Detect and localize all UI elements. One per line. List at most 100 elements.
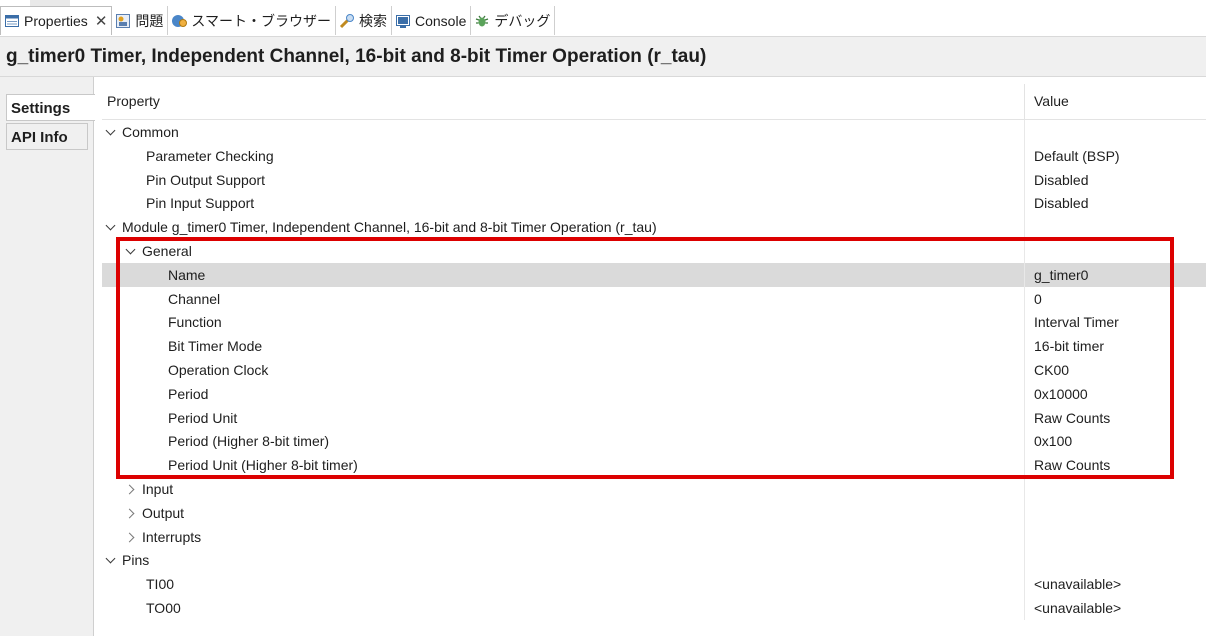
table-header: Property Value xyxy=(102,84,1206,120)
row-name: Period Unit xyxy=(168,409,238,426)
chevron-down-icon[interactable] xyxy=(106,552,118,566)
row-name: Period (Higher 8-bit timer) xyxy=(168,433,330,450)
console-icon xyxy=(395,13,411,29)
row-name: Name xyxy=(168,266,206,283)
chevron-down-icon[interactable] xyxy=(126,243,138,257)
chevron-down-icon[interactable] xyxy=(106,124,118,138)
table-row[interactable]: Period (Higher 8-bit timer) 0x100 xyxy=(102,429,1206,454)
row-value[interactable]: Default (BSP) xyxy=(1034,148,1120,164)
row-value[interactable]: CK00 xyxy=(1034,362,1069,378)
table-row[interactable]: Parameter Checking Default (BSP) xyxy=(102,143,1206,168)
properties-icon xyxy=(4,13,20,29)
column-divider xyxy=(1024,595,1025,620)
side-tab-settings[interactable]: Settings xyxy=(6,94,95,121)
tree-row-interrupts[interactable]: Interrupts xyxy=(102,524,1206,549)
column-header-value[interactable]: Value xyxy=(1034,93,1069,109)
tree-row-common[interactable]: Common xyxy=(102,120,1206,144)
table-row[interactable]: Period Unit Raw Counts xyxy=(102,405,1206,430)
column-divider xyxy=(1024,357,1025,382)
row-value[interactable]: Disabled xyxy=(1034,195,1088,211)
tree-row-pins[interactable]: Pins xyxy=(102,548,1206,573)
column-divider[interactable] xyxy=(1024,84,1025,120)
tab-label: 問題 xyxy=(135,12,164,29)
row-value[interactable]: Raw Counts xyxy=(1034,410,1110,426)
side-tab-api-info[interactable]: API Info xyxy=(6,123,88,150)
close-icon[interactable]: ✕ xyxy=(95,12,108,30)
column-header-property[interactable]: Property xyxy=(107,93,160,109)
table-row[interactable]: Channel 0 xyxy=(102,286,1206,311)
column-divider xyxy=(1024,405,1025,430)
tab-label: 検索 xyxy=(358,12,387,29)
row-value[interactable]: Disabled xyxy=(1034,172,1088,188)
row-name: TI00 xyxy=(146,576,175,593)
row-name: Pin Output Support xyxy=(146,171,266,188)
row-name: Common xyxy=(122,124,179,140)
tab-label: Console xyxy=(414,12,467,29)
row-name: Pin Input Support xyxy=(146,195,255,212)
column-divider xyxy=(1024,334,1025,358)
table-row[interactable]: TI00 <unavailable> xyxy=(102,572,1206,596)
row-value[interactable]: 16-bit timer xyxy=(1034,338,1104,354)
table-row[interactable]: Function Interval Timer xyxy=(102,310,1206,335)
search-icon xyxy=(339,13,355,29)
column-divider xyxy=(1024,143,1025,168)
tab-properties[interactable]: Properties ✕ xyxy=(0,6,113,35)
row-value[interactable]: <unavailable> xyxy=(1034,576,1121,592)
column-divider xyxy=(1024,167,1025,192)
problems-icon xyxy=(115,13,131,29)
table-row[interactable]: Bit Timer Mode 16-bit timer xyxy=(102,334,1206,358)
row-value[interactable]: Raw Counts xyxy=(1034,457,1110,473)
row-name: Function xyxy=(168,314,222,331)
row-value[interactable]: 0x100 xyxy=(1034,433,1072,449)
table-row[interactable]: TO00 <unavailable> xyxy=(102,595,1206,620)
row-name: Bit Timer Mode xyxy=(168,338,263,355)
column-divider xyxy=(1024,476,1025,501)
table-row[interactable]: Pin Output Support Disabled xyxy=(102,167,1206,192)
tab-problems[interactable]: 問題 xyxy=(112,6,169,35)
table-row-selected[interactable]: Name g_timer0 xyxy=(102,262,1206,287)
side-tab-bar: Settings API Info xyxy=(0,77,95,636)
tab-console[interactable]: Console xyxy=(392,6,472,35)
tree-row-general[interactable]: General xyxy=(102,238,1206,263)
column-divider xyxy=(1024,310,1025,335)
column-divider xyxy=(1024,500,1025,525)
smart-browser-icon xyxy=(171,13,188,29)
tree-row-output[interactable]: Output xyxy=(102,500,1206,525)
column-divider xyxy=(1024,262,1025,287)
tab-label: デバッグ xyxy=(494,12,551,29)
tab-search[interactable]: 検索 xyxy=(336,6,392,35)
debug-icon xyxy=(474,13,490,29)
row-value[interactable]: Interval Timer xyxy=(1034,314,1119,330)
column-divider xyxy=(1024,286,1025,311)
tab-smart-browser[interactable]: スマート・ブラウザー xyxy=(168,6,336,35)
page-title: g_timer0 Timer, Independent Channel, 16-… xyxy=(6,46,707,67)
chevron-right-icon[interactable] xyxy=(126,529,138,543)
tab-debug[interactable]: デバッグ xyxy=(471,6,556,35)
table-row[interactable]: Operation Clock CK00 xyxy=(102,357,1206,382)
row-name: General xyxy=(142,242,192,259)
row-name: Parameter Checking xyxy=(146,147,274,164)
column-divider xyxy=(1024,381,1025,406)
editor-title-bar: g_timer0 Timer, Independent Channel, 16-… xyxy=(0,36,1206,77)
row-name: Channel xyxy=(168,290,221,307)
table-row[interactable]: Period Unit (Higher 8-bit timer) Raw Cou… xyxy=(102,453,1206,477)
chevron-down-icon[interactable] xyxy=(106,219,118,233)
chevron-right-icon[interactable] xyxy=(126,505,138,519)
row-value[interactable]: 0 xyxy=(1034,291,1042,307)
column-divider xyxy=(1024,524,1025,549)
row-name: Pins xyxy=(122,552,150,569)
row-value[interactable]: g_timer0 xyxy=(1034,267,1088,283)
tree-row-module[interactable]: Module g_timer0 Timer, Independent Chann… xyxy=(102,215,1206,239)
column-divider xyxy=(1024,453,1025,477)
row-name: Period xyxy=(168,385,209,402)
tree-row-input[interactable]: Input xyxy=(102,476,1206,501)
row-name: Output xyxy=(142,504,185,521)
column-divider xyxy=(1024,429,1025,454)
table-row[interactable]: Period 0x10000 xyxy=(102,381,1206,406)
row-name: Interrupts xyxy=(142,528,202,545)
row-value[interactable]: 0x10000 xyxy=(1034,386,1088,402)
column-divider xyxy=(1024,238,1025,263)
row-value[interactable]: <unavailable> xyxy=(1034,600,1121,616)
chevron-right-icon[interactable] xyxy=(126,481,138,495)
table-row[interactable]: Pin Input Support Disabled xyxy=(102,191,1206,216)
